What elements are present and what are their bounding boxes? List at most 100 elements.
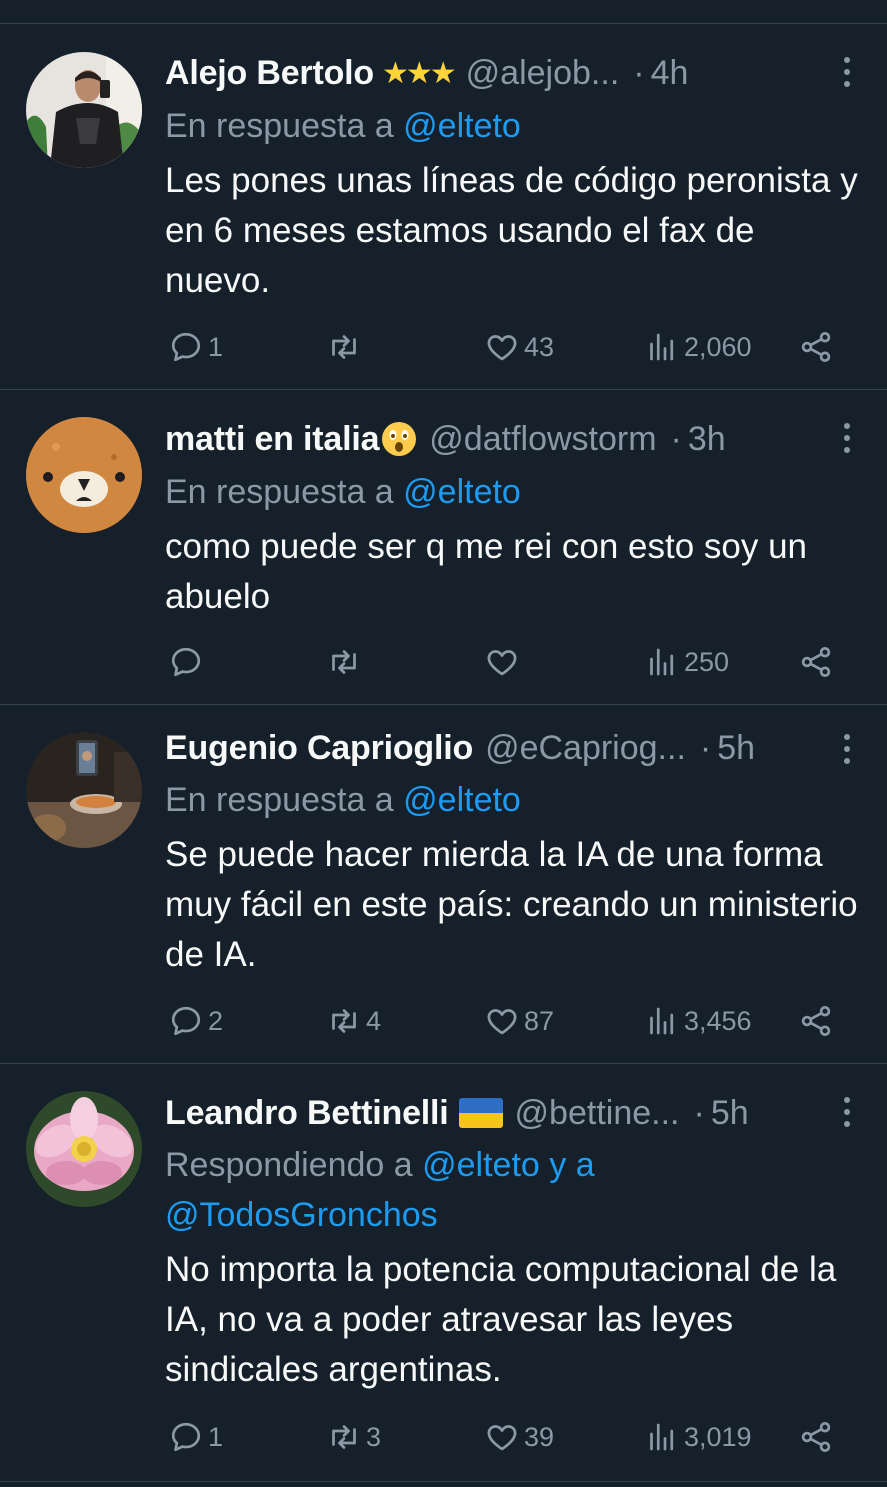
like-button[interactable]: 39 <box>484 1417 554 1457</box>
separator-dot: · <box>693 1093 705 1132</box>
avatar[interactable] <box>26 732 142 848</box>
tweet-reply[interactable]: Eugenio Caprioglio @eCapriog... · 5h En … <box>0 705 887 1064</box>
heart-icon <box>487 335 517 361</box>
views-icon <box>650 333 674 361</box>
timestamp[interactable]: 4h <box>651 54 689 93</box>
stars-badge: ★★★ <box>381 55 457 91</box>
reply-icon <box>171 332 201 362</box>
tweet-header: Alejo Bertolo ★★★ @alejob... · 4h <box>165 50 861 96</box>
views-icon <box>650 1007 674 1035</box>
like-count: 87 <box>524 1005 555 1036</box>
display-name[interactable]: Alejo Bertolo <box>165 54 374 93</box>
user-handle[interactable]: @bettine... <box>515 1094 680 1133</box>
share-button[interactable] <box>798 1001 834 1041</box>
like-button[interactable]: 87 <box>484 1001 554 1041</box>
reply-button[interactable]: 2 <box>168 1001 223 1041</box>
tweet-reply[interactable]: Leandro Bettinelli @bettine... · 5h Resp… <box>0 1064 887 1482</box>
user-handle[interactable]: @eCapriog... <box>485 729 686 768</box>
tweet-text: Se puede hacer mierda la IA de una forma… <box>165 835 858 974</box>
views-count: 2,060 <box>684 331 752 362</box>
mention-link-2[interactable]: @TodosGronchos <box>165 1196 438 1234</box>
mention-link[interactable]: @elteto y a <box>422 1146 595 1184</box>
tweet-reply[interactable]: Alejo Bertolo ★★★ @alejob... · 4h En res… <box>0 24 887 390</box>
share-button[interactable] <box>798 327 834 367</box>
action-bar: 1 3 39 3,019 <box>168 1417 861 1457</box>
tweet-text: como puede ser q me rei con esto soy un … <box>165 527 808 616</box>
reply-context: Respondiendo a @elteto y a @TodosGroncho… <box>165 1140 861 1240</box>
reply-button[interactable] <box>168 642 208 682</box>
more-icon[interactable] <box>841 1096 853 1128</box>
views-count: 3,019 <box>684 1421 752 1452</box>
reply-icon <box>171 647 201 677</box>
tweet-header: Leandro Bettinelli @bettine... · 5h <box>165 1090 861 1136</box>
retweet-count: 4 <box>366 1005 382 1036</box>
avatar[interactable] <box>26 52 142 168</box>
retweet-button[interactable] <box>326 642 366 682</box>
share-button[interactable] <box>798 642 834 682</box>
like-button[interactable] <box>484 642 524 682</box>
retweet-button[interactable]: 3 <box>326 1417 381 1457</box>
reply-context: En respuesta a @elteto <box>165 101 861 151</box>
timestamp[interactable]: 3h <box>688 420 726 459</box>
action-bar: 250 <box>168 642 861 682</box>
reply-button[interactable]: 1 <box>168 1417 223 1457</box>
reply-prefix: En respuesta a <box>165 781 394 819</box>
share-icon <box>801 647 831 677</box>
separator-dot: · <box>633 53 645 92</box>
display-name[interactable]: matti en italia <box>165 420 379 459</box>
avatar[interactable] <box>26 417 142 533</box>
retweet-icon <box>332 335 356 359</box>
like-count: 39 <box>524 1421 555 1452</box>
separator-dot: · <box>699 728 712 767</box>
reply-button[interactable]: 1 <box>168 327 223 367</box>
more-icon[interactable] <box>841 56 853 88</box>
tweet-header: matti en italia @datflowstorm · 3h <box>165 416 861 462</box>
action-bar: 1 43 2,060 <box>168 327 861 367</box>
tweet-text: No importa la potencia computacional de … <box>165 1250 837 1389</box>
views-count: 250 <box>684 646 730 677</box>
separator-dot: · <box>670 419 682 458</box>
heart-icon <box>487 1425 517 1451</box>
reply-prefix: En respuesta a <box>165 473 394 511</box>
views-button[interactable]: 3,019 <box>644 1417 752 1457</box>
views-button[interactable]: 250 <box>644 642 729 682</box>
tweet-reply[interactable]: matti en italia @datflowstorm · 3h En re… <box>0 390 887 705</box>
reply-icon <box>171 1422 201 1452</box>
share-icon <box>801 1006 831 1036</box>
reply-context: En respuesta a @elteto <box>165 467 861 517</box>
views-icon <box>650 648 674 676</box>
tweet-text: Les pones unas líneas de código peronist… <box>165 161 858 300</box>
retweet-icon <box>332 1009 356 1033</box>
retweet-button[interactable] <box>326 327 366 367</box>
share-icon <box>801 332 831 362</box>
reply-count: 1 <box>208 331 224 362</box>
views-button[interactable]: 3,456 <box>644 1001 752 1041</box>
retweet-button[interactable]: 4 <box>326 1001 381 1041</box>
reply-context: En respuesta a @elteto <box>165 775 861 825</box>
user-handle[interactable]: @alejob... <box>466 54 620 93</box>
display-name[interactable]: Leandro Bettinelli <box>165 1094 449 1133</box>
retweet-icon <box>332 650 356 674</box>
share-button[interactable] <box>798 1417 834 1457</box>
reply-count: 1 <box>208 1421 224 1452</box>
reply-icon <box>171 1006 201 1036</box>
mention-link[interactable]: @elteto <box>403 107 521 145</box>
user-handle[interactable]: @datflowstorm <box>429 420 656 459</box>
views-icon <box>650 1423 674 1451</box>
timestamp[interactable]: 5h <box>711 1094 749 1133</box>
action-bar: 2 4 87 3,456 <box>168 1001 861 1041</box>
heart-icon <box>487 1009 517 1035</box>
more-icon[interactable] <box>841 733 853 765</box>
mention-link[interactable]: @elteto <box>403 473 521 511</box>
like-button[interactable]: 43 <box>484 327 554 367</box>
mention-link[interactable]: @elteto <box>403 781 521 819</box>
like-count: 43 <box>524 331 555 362</box>
avatar[interactable] <box>26 1091 142 1207</box>
retweet-icon <box>332 1425 356 1449</box>
display-name[interactable]: Eugenio Caprioglio <box>165 729 473 768</box>
more-icon[interactable] <box>841 422 853 454</box>
reply-prefix: En respuesta a <box>165 107 394 145</box>
timestamp[interactable]: 5h <box>717 729 755 768</box>
views-button[interactable]: 2,060 <box>644 327 752 367</box>
share-icon <box>801 1422 831 1452</box>
